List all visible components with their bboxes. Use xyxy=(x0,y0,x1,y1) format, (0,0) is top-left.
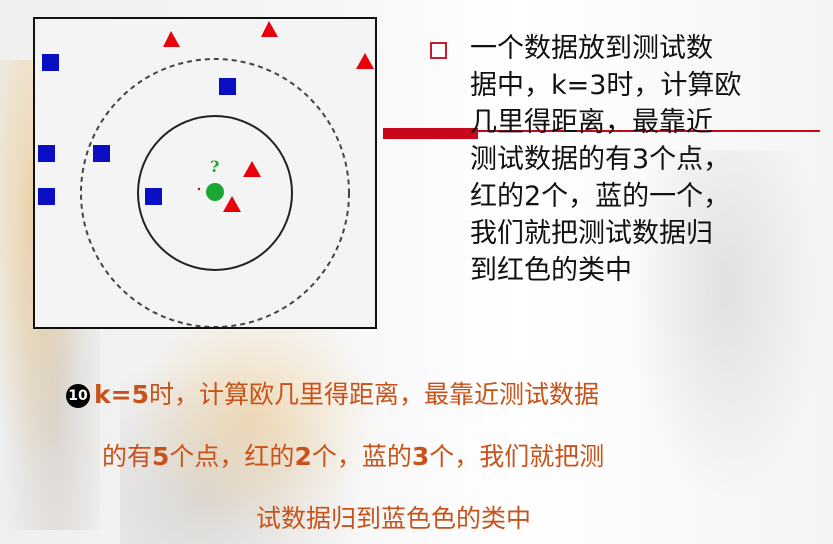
count-total: 5 xyxy=(152,442,170,471)
blue-square-icon xyxy=(38,145,55,162)
text-segment: 的有 xyxy=(102,442,153,471)
number-badge: 10 xyxy=(66,384,90,408)
blue-square-icon xyxy=(38,188,55,205)
bottom-line-3: 试数据归到蓝色色的类中 xyxy=(256,504,532,533)
blue-square-icon xyxy=(145,188,162,205)
count-blue: 3 xyxy=(411,442,430,471)
bottom-line-1: 10 k=5时，计算欧几里得距离，最靠近测试数据 xyxy=(66,375,599,411)
bottom-line-1-text: 时，计算欧几里得距离，最靠近测试数据 xyxy=(148,380,599,409)
text-segment: 个，我们就把测 xyxy=(429,442,605,471)
red-triangle-icon xyxy=(243,161,261,177)
red-triangle-icon xyxy=(163,31,180,47)
bullet-square-icon xyxy=(430,42,447,59)
connector-thick xyxy=(383,128,478,139)
blue-square-icon xyxy=(42,54,59,71)
red-triangle-icon xyxy=(261,21,278,37)
green-circle-icon xyxy=(206,183,224,201)
text-segment: 个点，红的 xyxy=(169,442,295,471)
bottom-line-2: 的有5个点，红的2个，蓝的3个，我们就把测 xyxy=(102,437,604,473)
blue-square-icon xyxy=(93,145,110,162)
count-red: 2 xyxy=(294,442,312,471)
query-label: ? xyxy=(210,157,219,176)
k5-label: k=5 xyxy=(94,380,149,409)
knn-diagram-svg: ? xyxy=(38,21,374,327)
description-text: 一个数据放到测试数 据中，k=3时，计算欧 几里得距离，最靠近 测试数据的有3个… xyxy=(470,33,742,286)
knn-diagram: ? xyxy=(33,17,377,329)
red-triangle-icon xyxy=(223,196,241,212)
query-dot xyxy=(197,187,201,191)
blue-square-icon xyxy=(219,78,236,95)
red-triangle-icon xyxy=(356,53,374,69)
text-segment: 个，蓝的 xyxy=(311,442,412,471)
